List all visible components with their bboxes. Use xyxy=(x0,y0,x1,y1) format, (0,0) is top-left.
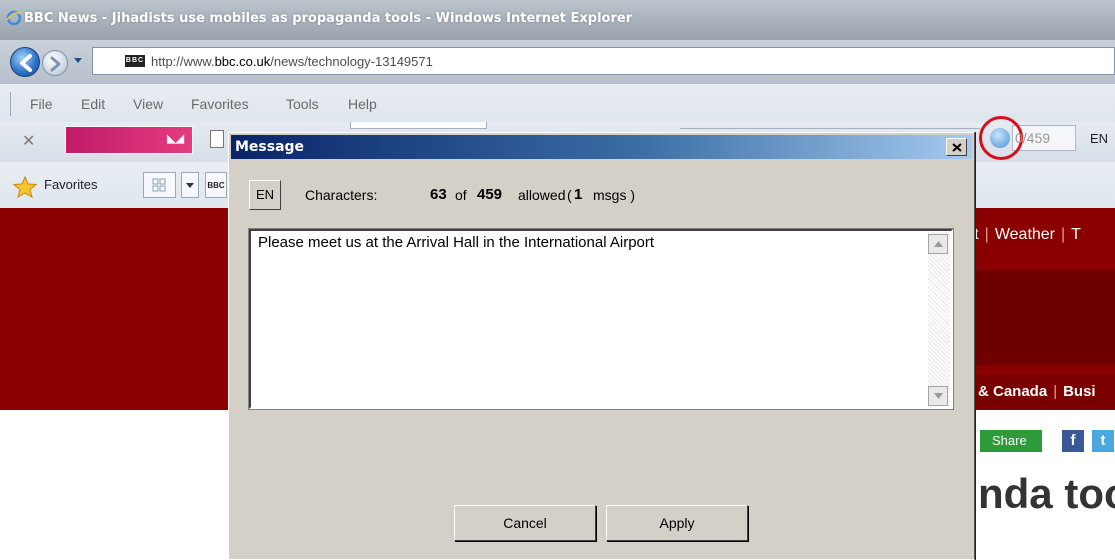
quick-tabs-button[interactable] xyxy=(143,172,176,198)
scroll-down-button[interactable] xyxy=(928,386,948,406)
chevron-down-icon xyxy=(934,393,943,399)
cancel-button-label: Cancel xyxy=(503,515,547,531)
twitter-icon[interactable]: t xyxy=(1092,430,1114,452)
page-icon[interactable] xyxy=(210,130,224,148)
forward-button[interactable] xyxy=(42,50,68,76)
apply-button[interactable]: Apply xyxy=(606,505,748,541)
toolbar-field-2 xyxy=(680,122,980,129)
language-button[interactable]: EN xyxy=(249,180,281,210)
cancel-button[interactable]: Cancel xyxy=(454,505,596,541)
history-dropdown-icon[interactable] xyxy=(73,55,83,65)
menu-help[interactable]: Help xyxy=(348,96,377,112)
apply-button-label: Apply xyxy=(659,515,695,531)
allowed-label: allowed xyxy=(518,187,566,203)
textarea-scrollbar[interactable] xyxy=(928,232,950,406)
url-text: http://www.bbc.co.uk/news/technology-131… xyxy=(151,54,433,69)
message-count: 1 xyxy=(574,186,583,203)
characters-label: Characters: xyxy=(305,187,378,203)
dialog-title: Message xyxy=(235,139,305,155)
message-text[interactable]: Please meet us at the Arrival Hall in th… xyxy=(258,234,654,251)
menu-tools[interactable]: Tools xyxy=(286,96,319,112)
site-nav: ort|Weather|T xyxy=(960,226,1081,244)
message-textarea[interactable] xyxy=(248,228,954,410)
chevron-up-icon xyxy=(934,241,943,247)
bbc-favicon-icon: BBC xyxy=(125,55,145,67)
of-label: of xyxy=(455,187,467,203)
dialog-close-button[interactable] xyxy=(946,138,967,156)
region-item-canada[interactable]: & Canada xyxy=(978,383,1047,400)
share-button[interactable]: Share xyxy=(980,430,1042,452)
toolbar-logo[interactable]: ◣◢ xyxy=(65,126,193,154)
nav-item-weather[interactable]: Weather xyxy=(995,226,1055,243)
chevron-down-icon xyxy=(186,183,194,188)
close-icon xyxy=(952,143,962,152)
forward-arrow-icon xyxy=(50,56,61,72)
star-icon[interactable] xyxy=(13,176,37,198)
dialog-titlebar[interactable] xyxy=(231,135,972,159)
paren-open: ( xyxy=(567,187,572,203)
ie-logo-icon xyxy=(6,10,22,26)
region-nav: & Canada | Busi xyxy=(978,383,1096,400)
char-counter: 0/459 xyxy=(1015,130,1051,146)
bbc-tab-icon[interactable]: BBC xyxy=(205,172,227,198)
toolbar-language[interactable]: EN xyxy=(1090,131,1108,146)
character-max: 459 xyxy=(477,186,503,203)
favorites-label[interactable]: Favorites xyxy=(44,177,97,192)
back-button[interactable] xyxy=(10,47,40,77)
toolbar-field[interactable] xyxy=(350,122,487,129)
address-input[interactable]: BBC http://www.bbc.co.uk/news/technology… xyxy=(92,47,1115,75)
menu-view[interactable]: View xyxy=(133,96,163,112)
character-count: 63 xyxy=(430,186,447,203)
bbc-header-image xyxy=(960,270,1115,365)
grid-icon xyxy=(152,178,166,192)
region-item-business[interactable]: Busi xyxy=(1063,383,1096,400)
menu-edit[interactable]: Edit xyxy=(81,96,105,112)
toolbar-close-icon[interactable]: ✕ xyxy=(22,131,35,151)
menu-file[interactable]: File xyxy=(30,96,53,112)
msgs-label: msgs ) xyxy=(593,187,635,203)
window-titlebar: BBC News - Jihadists use mobiles as prop… xyxy=(0,0,1115,40)
back-arrow-icon xyxy=(20,54,32,72)
window-title: BBC News - Jihadists use mobiles as prop… xyxy=(24,11,633,26)
scroll-up-button[interactable] xyxy=(928,234,948,254)
facebook-icon[interactable]: f xyxy=(1062,430,1084,452)
article-headline: nda too xyxy=(978,470,1115,517)
menu-favorites[interactable]: Favorites xyxy=(191,96,249,112)
menu-bar xyxy=(0,84,1115,122)
nav-item-travel[interactable]: T xyxy=(1071,226,1081,243)
toolbar-logo-mark-icon: ◣◢ xyxy=(167,133,184,145)
menubar-grip xyxy=(10,92,13,116)
tab-list-button[interactable] xyxy=(181,172,199,198)
